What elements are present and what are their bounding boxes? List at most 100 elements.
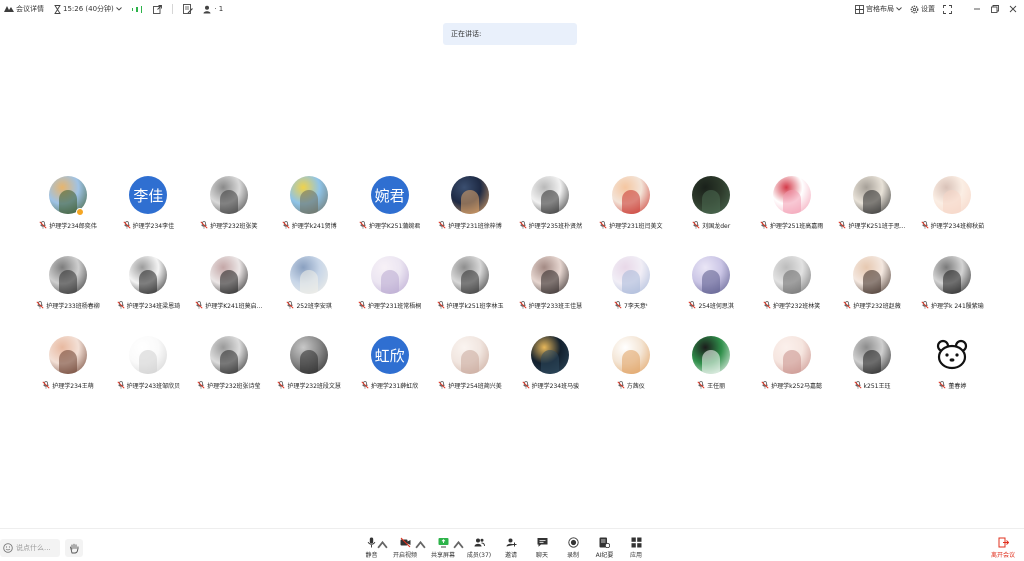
participant-tile[interactable]: 护理学231班徐梓博: [430, 174, 510, 234]
participant-tile[interactable]: 7李天意ᵗ: [591, 254, 671, 314]
grid-layout-icon: [855, 4, 864, 14]
participant-name: 护理学234班马骏: [531, 382, 580, 390]
tool-video-off-button[interactable]: 开启视频: [386, 537, 426, 561]
participant-tile[interactable]: k251王珏: [832, 334, 912, 394]
participant-tile[interactable]: 王任丽: [671, 334, 751, 394]
avatar-photo: [219, 270, 238, 294]
participant-tile[interactable]: 虹欣 护理学231薛虹欣: [350, 334, 430, 394]
avatar-photo: [139, 350, 158, 374]
participant-name: 护理学231班常梧桐: [367, 302, 422, 310]
restore-icon[interactable]: [988, 2, 1002, 16]
avatar: [933, 176, 972, 214]
layout-label: 宫格布局: [866, 5, 894, 13]
participant-name-row: 护理学234李佳: [102, 220, 194, 230]
mic-off-icon: [200, 221, 208, 229]
tool-invite-button[interactable]: 邀请: [496, 537, 526, 561]
participant-tile[interactable]: 护理学k241贺博: [269, 174, 349, 234]
avatar-initials: 李佳: [133, 186, 164, 205]
close-icon[interactable]: [1006, 2, 1020, 16]
participant-tile[interactable]: 护理学k251班李林玉: [430, 254, 510, 314]
participant-tile[interactable]: 护理学234班梁恩琦: [108, 254, 188, 314]
emoji-icon[interactable]: [3, 543, 13, 553]
meeting-details-button[interactable]: 会议详情: [4, 4, 44, 14]
mic-off-icon: [195, 301, 203, 309]
participant-count[interactable]: · 1: [203, 5, 223, 14]
participant-tile[interactable]: 护理学231班闫美文: [591, 174, 671, 234]
participant-tile[interactable]: 方茜仪: [591, 334, 671, 394]
tool-chat-button[interactable]: 聊天: [526, 537, 558, 561]
participant-tile[interactable]: 护理学233班杨春柳: [28, 254, 108, 314]
participant-tile[interactable]: 254班何思淇: [671, 254, 751, 314]
mic-off-icon: [359, 221, 367, 229]
participant-name: k251王珏: [863, 382, 891, 390]
participant-name-row: 护理学232班林笑: [746, 300, 838, 310]
tool-apps-button[interactable]: 应用: [621, 537, 651, 561]
top-toolbar: 会议详情 15:26 (40分钟) · 1 宫格布局 设置: [0, 0, 1024, 18]
avatar-photo: [702, 350, 721, 374]
avatar: [290, 336, 329, 374]
participant-tile[interactable]: 护理学234班柳秋茹: [912, 174, 992, 234]
external-window-icon[interactable]: [153, 4, 163, 14]
avatar: [531, 256, 570, 294]
participant-tile[interactable]: 护理学231班常梧桐: [350, 254, 430, 314]
participant-tile[interactable]: 护理学234王萌: [28, 334, 108, 394]
participant-tile[interactable]: 护理学234班马骏: [510, 334, 590, 394]
mic-off-icon: [197, 381, 205, 389]
participant-tile[interactable]: 董春婷: [912, 334, 992, 394]
participant-tile[interactable]: 护理学243班邹欣贝: [108, 334, 188, 394]
participant-name: 董春婷: [948, 382, 967, 390]
leave-meeting-button[interactable]: 离开会议: [991, 537, 1015, 559]
raise-hand-button[interactable]: [65, 539, 83, 557]
meeting-timer[interactable]: 15:26 (40分钟): [54, 4, 122, 14]
host-badge: [76, 208, 84, 216]
tool-ai-notes-button[interactable]: AI纪要: [588, 537, 621, 561]
chevron-down-icon: [896, 7, 902, 11]
participant-name-row: 护理学232班赵薇: [826, 300, 918, 310]
avatar: [370, 256, 409, 294]
participant-tile[interactable]: 252班李安琪: [269, 254, 349, 314]
minimize-icon[interactable]: [970, 2, 984, 16]
tool-record-button[interactable]: 录制: [558, 537, 588, 561]
participant-tile[interactable]: 护理学251班高嘉雨: [752, 174, 832, 234]
participant-name: 护理学232班张诗莹: [207, 382, 261, 390]
participant-name-row: 护理学231班常梧桐: [344, 300, 436, 310]
participant-tile[interactable]: 护理学254班蔺兴美: [430, 334, 510, 394]
mic-off-icon: [838, 221, 846, 229]
network-signal-icon[interactable]: [131, 5, 144, 13]
participant-tile[interactable]: 护理学232班张笑: [189, 174, 269, 234]
layout-button[interactable]: 宫格布局: [855, 4, 902, 14]
participant-name: 护理学k252马嘉懿: [771, 382, 823, 390]
participant-name: 护理学232班段文慧: [287, 382, 341, 390]
participant-tile[interactable]: 护理学232班林笑: [752, 254, 832, 314]
whiteboard-icon[interactable]: [183, 4, 194, 14]
participant-tile[interactable]: 婉君 护理学K251蒲婉君: [350, 174, 430, 234]
tool-share-screen-button[interactable]: 共享屏幕: [424, 537, 464, 561]
avatar: [290, 256, 329, 294]
tool-mic-button[interactable]: 静音: [357, 537, 388, 561]
participant-tile[interactable]: 李佳 护理学234李佳: [108, 174, 188, 234]
participant-name-row: 护理学231薛虹欣: [344, 380, 436, 390]
participant-tile[interactable]: 护理学K241班莫启...: [189, 254, 269, 314]
avatar: [129, 256, 168, 294]
quick-chat-input[interactable]: 说点什么...: [0, 539, 60, 557]
mic-off-icon: [436, 301, 445, 309]
participant-tile[interactable]: 护理学232班段文慧: [269, 334, 349, 394]
avatar: [933, 336, 972, 374]
fullscreen-icon[interactable]: [943, 4, 952, 14]
participant-tile[interactable]: 护理学K251班于思...: [832, 174, 912, 234]
meeting-window: 会议详情 15:26 (40分钟) · 1 宫格布局 设置 正在讲话: 护理学2…: [0, 0, 1024, 561]
participant-tile[interactable]: 护理学233班王佳慧: [510, 254, 590, 314]
settings-button[interactable]: 设置: [910, 4, 935, 14]
tool-members-button[interactable]: 成员(37): [462, 537, 496, 561]
participant-tile[interactable]: 护理学232班张诗莹: [189, 334, 269, 394]
participant-tile[interactable]: 刘国龙der: [671, 174, 751, 234]
avatar: [692, 336, 731, 374]
participant-name: 7李天意ᵗ: [624, 302, 648, 310]
participant-tile[interactable]: 护理学k252马嘉懿: [752, 334, 832, 394]
participant-tile[interactable]: 护理学k 241殷紫瑜: [912, 254, 992, 314]
avatar-photo: [59, 190, 77, 214]
participant-tile[interactable]: 护理学232班赵薇: [832, 254, 912, 314]
participant-name-row: 护理学K251蒲婉君: [344, 220, 436, 230]
participant-tile[interactable]: 护理学235班朴贤然: [510, 174, 590, 234]
participant-tile[interactable]: 护理学234郎奕伟: [28, 174, 108, 234]
